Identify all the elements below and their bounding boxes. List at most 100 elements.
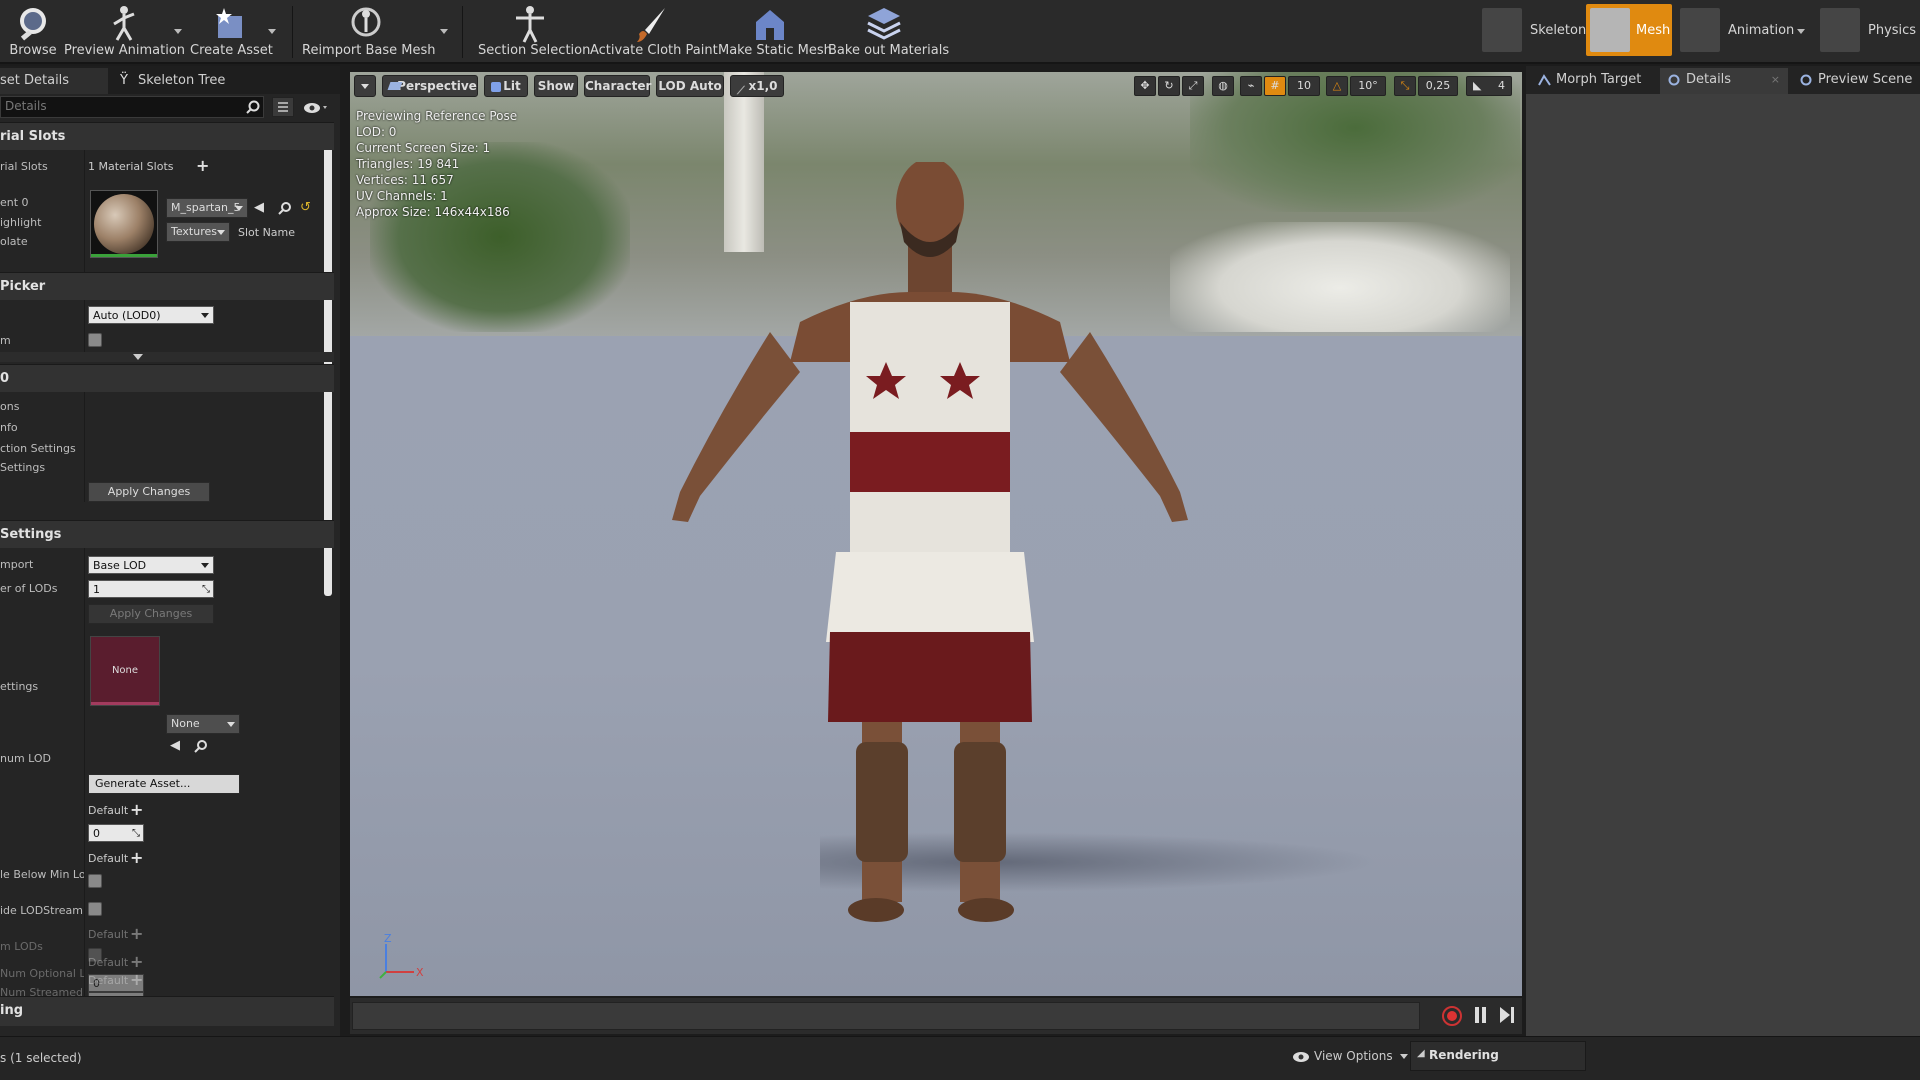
add-platform-override-icon[interactable]: + — [130, 954, 143, 970]
cloth-paint-icon — [637, 8, 665, 42]
material-combo[interactable]: M_spartan_5 — [166, 198, 248, 218]
animation-dropdown-icon[interactable] — [1797, 29, 1805, 34]
column-divider — [84, 392, 85, 502]
reimport-dropdown-icon[interactable] — [440, 29, 448, 34]
section-bottom[interactable]: ing — [0, 996, 334, 1026]
lod-settings-asset-combo[interactable]: None — [166, 714, 240, 734]
preview-animation-button[interactable]: Preview Animation — [64, 0, 185, 62]
section-lod0[interactable]: 0 — [0, 364, 334, 392]
chevron-down-icon — [201, 313, 209, 318]
playback-speed-button[interactable]: ⟋ x1,0 — [730, 75, 784, 97]
browse-asset-icon[interactable] — [278, 201, 292, 215]
num-optional-lods-input[interactable]: 0 — [88, 974, 144, 992]
chevron-down-icon — [1400, 1054, 1409, 1059]
add-material-slot-icon[interactable]: + — [196, 158, 209, 174]
character-mesh[interactable] — [650, 162, 1210, 942]
preview-animation-dropdown-icon[interactable] — [174, 29, 182, 34]
rendering-section[interactable]: ◢ Rendering — [1410, 1041, 1586, 1071]
translate-tool-icon[interactable]: ✥ — [1134, 76, 1156, 96]
disable-below-min-lod-checkbox[interactable] — [88, 874, 102, 888]
section-selection-button[interactable]: Section Selection — [478, 0, 590, 62]
persona-editor-window: Browse Preview Animation Create Asset Re… — [0, 0, 1920, 1080]
viewport-info-overlay: Previewing Reference Pose LOD: 0 Current… — [356, 108, 517, 220]
view-options-button[interactable]: View Options — [1292, 1049, 1409, 1069]
tab-skeleton-tree[interactable]: Ÿ Skeleton Tree — [112, 68, 262, 94]
use-selected-arrow-icon[interactable]: ◀ — [170, 738, 180, 753]
browse-button[interactable]: Browse — [6, 0, 60, 62]
scale-snap-icon[interactable]: ⤡ — [1394, 76, 1416, 96]
visibility-options-button[interactable] — [302, 100, 330, 116]
grid-size-button[interactable]: 10 — [1288, 76, 1320, 96]
show-button[interactable]: Show — [534, 75, 578, 97]
number-of-lods-input[interactable]: 1 ⤡ — [88, 580, 214, 598]
rotate-tool-icon[interactable]: ↻ — [1158, 76, 1180, 96]
add-platform-override-icon[interactable]: + — [130, 926, 143, 942]
mode-skeleton-button[interactable]: Skeleton — [1478, 4, 1586, 56]
rotation-snap-button[interactable]: 10° — [1350, 76, 1386, 96]
timeline-track[interactable] — [352, 1002, 1420, 1030]
apply-changes-label: Apply Changes — [107, 485, 191, 498]
lod0-apply-changes-button[interactable]: Apply Changes — [88, 482, 210, 502]
section-material-slots[interactable]: rial Slots — [0, 122, 334, 150]
reimport-base-mesh-button[interactable]: Reimport Base Mesh — [302, 0, 436, 62]
generate-asset-button[interactable]: Generate Asset... — [88, 774, 240, 794]
info-uv-channels: UV Channels: 1 — [356, 189, 448, 203]
advanced-expander[interactable] — [0, 352, 334, 362]
browse-label: Browse — [9, 43, 57, 58]
view-list-button[interactable] — [272, 97, 294, 117]
textures-dropdown[interactable]: Textures — [166, 222, 230, 242]
lod-import-combo[interactable]: Base LOD — [88, 556, 214, 574]
create-asset-button[interactable]: Create Asset — [190, 0, 273, 62]
selection-status: s (1 selected) — [0, 1051, 82, 1065]
tab-details[interactable]: Details × — [1660, 68, 1788, 94]
lod-apply-changes-button[interactable]: Apply Changes — [88, 604, 214, 624]
close-tab-icon[interactable]: × — [1771, 68, 1780, 92]
create-asset-dropdown-icon[interactable] — [268, 29, 276, 34]
perspective-button[interactable]: Perspective — [382, 75, 478, 97]
activate-cloth-paint-button[interactable]: Activate Cloth Paint — [590, 0, 718, 62]
browse-asset-icon[interactable] — [194, 739, 208, 753]
character-button[interactable]: Character — [584, 75, 651, 97]
rotation-snap-icon[interactable]: △ — [1326, 76, 1348, 96]
mode-physics-button[interactable]: Physics — [1816, 4, 1916, 56]
tab-morph-target[interactable]: Morph Target — [1530, 68, 1658, 94]
tab-preview-scene[interactable]: Preview Scene — [1792, 68, 1920, 94]
lit-button[interactable]: Lit — [484, 75, 528, 97]
lod-picker-checkbox[interactable] — [88, 333, 102, 347]
tab-asset-details[interactable]: set Details — [0, 68, 108, 94]
search-icon[interactable] — [246, 100, 260, 114]
mode-mesh-button[interactable]: Mesh — [1586, 4, 1672, 56]
make-static-mesh-button[interactable]: Make Static Mesh — [718, 0, 832, 62]
details-search-input[interactable]: Details — [0, 96, 264, 118]
playback-speed-label: x1,0 — [748, 79, 778, 93]
section-lod-settings-title: Settings — [0, 527, 62, 542]
right-panel: Morph Target Details × Preview Scene — [1526, 66, 1920, 1036]
scale-snap-button[interactable]: 0,25 — [1418, 76, 1458, 96]
camera-speed-button[interactable]: ◣ 4 — [1466, 76, 1512, 96]
mode-skeleton-label: Skeleton — [1530, 23, 1587, 38]
add-platform-override-icon[interactable]: + — [130, 850, 143, 866]
material-thumbnail[interactable] — [90, 190, 158, 258]
surface-snap-icon[interactable]: ⌁ — [1240, 76, 1262, 96]
scale-tool-icon[interactable]: ⤢ — [1182, 76, 1204, 96]
step-forward-button[interactable] — [1500, 1007, 1514, 1025]
reset-to-default-icon[interactable]: ↺ — [300, 200, 311, 215]
world-local-icon[interactable]: ◍ — [1212, 76, 1234, 96]
section-lod-settings[interactable]: Settings — [0, 520, 334, 548]
lod-picker-combo[interactable]: Auto (LOD0) — [88, 306, 214, 324]
bake-out-materials-button[interactable]: Bake out Materials — [828, 0, 949, 62]
add-platform-override-icon[interactable]: + — [130, 802, 143, 818]
override-lod-streaming-checkbox[interactable] — [88, 902, 102, 916]
viewport-options-button[interactable] — [354, 75, 376, 97]
section-lod-picker[interactable]: Picker — [0, 272, 334, 300]
record-button[interactable] — [1442, 1006, 1462, 1026]
lod-settings-thumbnail[interactable]: None — [90, 636, 160, 706]
mode-animation-button[interactable]: Animation — [1676, 4, 1806, 56]
preview-viewport[interactable]: Perspective Lit Show Character LOD Auto … — [350, 72, 1522, 996]
pause-button[interactable] — [1474, 1007, 1488, 1025]
grid-snap-icon[interactable]: # — [1264, 76, 1286, 96]
min-lod-input[interactable]: 0 ⤡ — [88, 824, 144, 842]
use-selected-arrow-icon[interactable]: ◀ — [254, 200, 264, 215]
lod-auto-button[interactable]: LOD Auto — [656, 75, 724, 97]
column-divider — [84, 548, 85, 1016]
